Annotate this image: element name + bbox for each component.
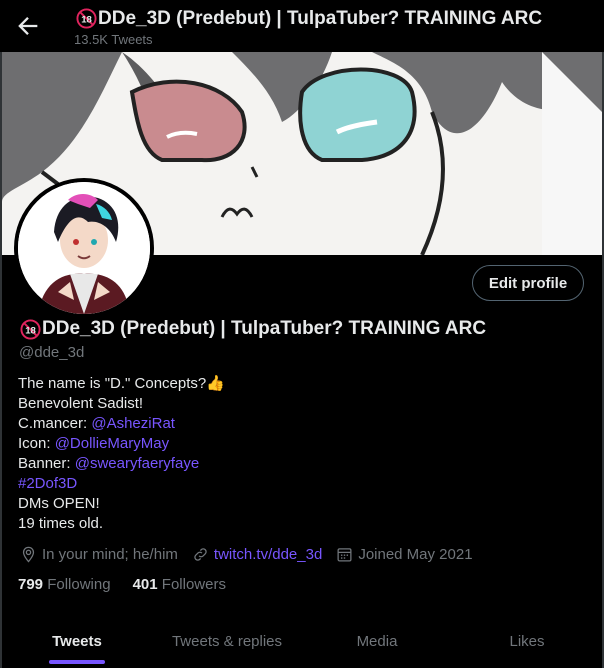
tab-label: Media [356,632,398,650]
bio-line: C.mancer: @AsheziRat [18,414,225,434]
profile-bio: The name is "D." Concepts?👍 Benevolent S… [18,374,225,534]
following-label: Following [47,576,111,593]
following-count: 799 [18,576,44,593]
mention-link[interactable]: @DollieMaryMay [55,435,169,452]
hashtag-link[interactable]: #2Dof3D [18,475,77,492]
website-link[interactable]: twitch.tv/dde_3d [214,546,322,563]
profile-meta: In your mind; he/him twitch.tv/dde_3d Jo… [20,546,487,563]
mention-link[interactable]: @AsheziRat [91,415,175,432]
back-arrow-icon[interactable] [14,12,42,40]
avatar-illustration [18,182,150,314]
following-link[interactable]: 799 Following [18,576,111,593]
location-text: In your mind; he/him [42,546,178,563]
top-bar: 18 DDe_3D (Predebut) | TulpaTuber? TRAIN… [0,0,604,52]
calendar-icon [337,548,352,562]
bio-line: DMs OPEN! [18,495,100,512]
svg-text:18: 18 [81,15,92,26]
tab-tweets-and-replies[interactable]: Tweets & replies [152,614,302,668]
bio-text: The name is "D." Concepts? [18,375,207,392]
follow-stats: 799 Following 401 Followers [18,576,248,593]
joined-item: Joined May 2021 [336,546,473,563]
bio-line: Banner: @swearyfaeryfaye [18,454,225,474]
adult-content-icon: 18 [76,8,97,30]
website-item: twitch.tv/dde_3d [192,546,322,563]
tweet-count: 13.5K Tweets [74,32,153,47]
bio-line: 19 times old. [18,515,104,532]
tab-label: Likes [509,632,545,650]
bio-line: The name is "D." Concepts?👍 [18,374,225,394]
active-tab-indicator [49,660,105,664]
bio-line: Benevolent Sadist! [18,395,144,412]
location-pin-icon [22,546,35,563]
bio-text: C.mancer: [18,415,92,432]
page-title-text: DDe_3D (Predebut) | TulpaTuber? TRAINING… [98,8,543,29]
bio-line: Icon: @DollieMaryMay [18,434,225,454]
location-item: In your mind; he/him [20,546,178,563]
profile-name-text: DDe_3D (Predebut) | TulpaTuber? TRAINING… [42,318,487,339]
tab-label: Tweets & replies [171,632,283,650]
adult-content-icon: 18 [20,318,41,340]
mention-link[interactable]: @swearyfaeryfaye [75,455,199,472]
bio-line: #2Dof3D [18,474,225,494]
profile-tabs: Tweets Tweets & replies Media Likes [2,614,602,668]
bio-text: Icon: [18,435,55,452]
bio-text: Banner: [18,455,75,472]
followers-count: 401 [132,576,158,593]
thumbs-up-emoji: 👍 [206,375,225,392]
page-title: 18 DDe_3D (Predebut) | TulpaTuber? TRAIN… [76,8,542,30]
tab-likes[interactable]: Likes [452,614,602,668]
tab-tweets[interactable]: Tweets [2,614,152,668]
avatar[interactable] [18,182,150,314]
edit-profile-button[interactable]: Edit profile [472,265,584,301]
profile-handle: @dde_3d [19,344,85,361]
joined-text: Joined May 2021 [358,546,473,563]
followers-label: Followers [161,576,226,593]
tab-label: Tweets [52,632,102,650]
svg-text:18: 18 [25,325,36,336]
followers-link[interactable]: 401 Followers [133,576,226,593]
profile-name: 18 DDe_3D (Predebut) | TulpaTuber? TRAIN… [20,318,486,340]
link-icon [194,548,207,561]
tab-media[interactable]: Media [302,614,452,668]
